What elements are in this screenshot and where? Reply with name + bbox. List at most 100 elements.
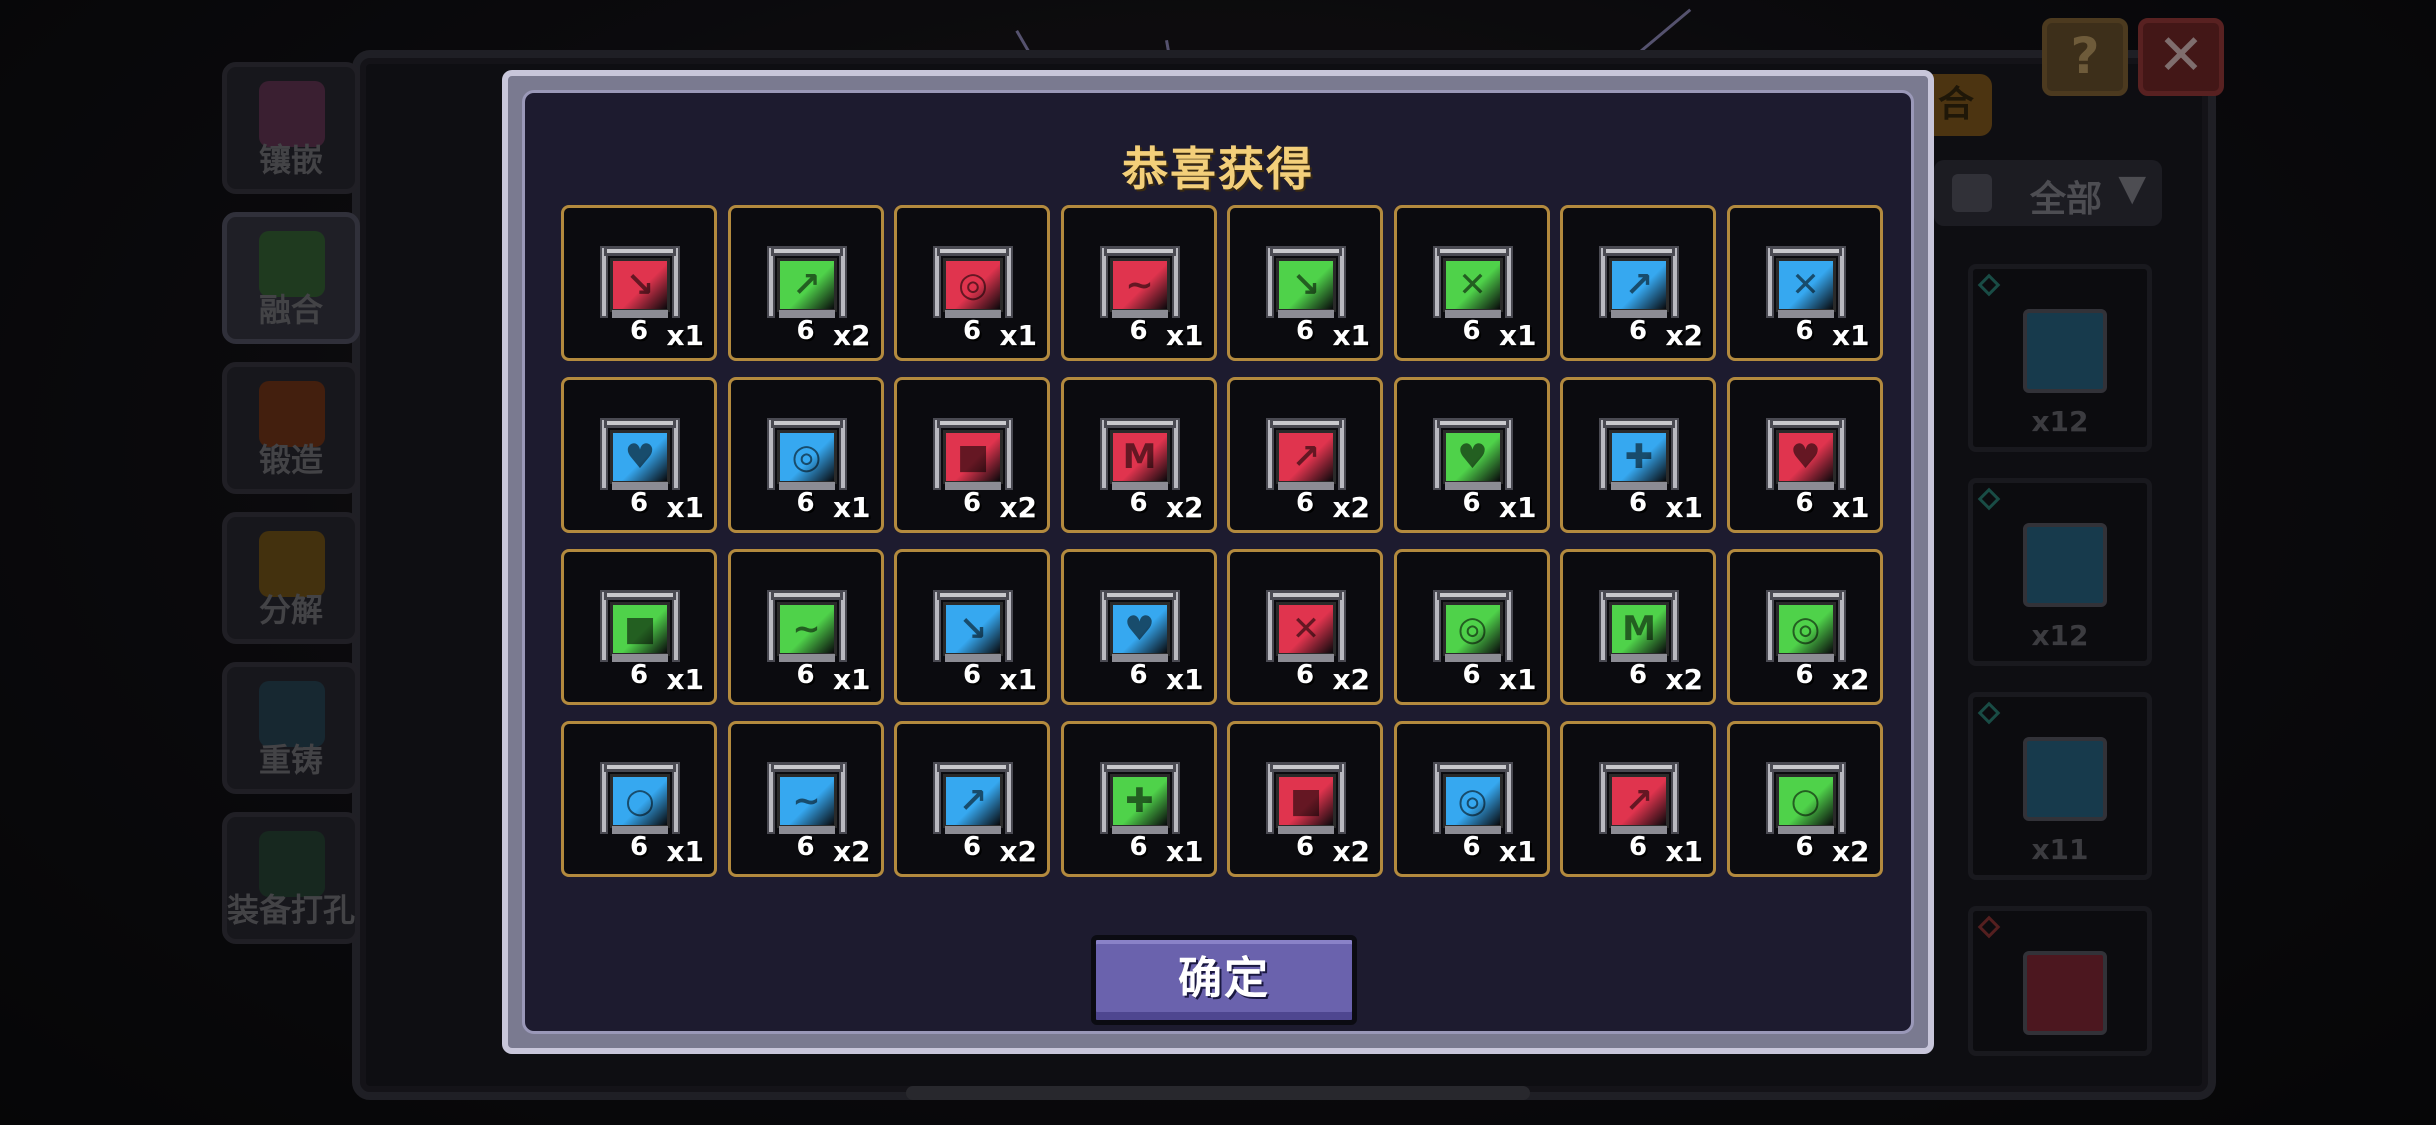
- frame-post: [1837, 762, 1846, 834]
- frame-post: [1005, 590, 1013, 662]
- reward-item[interactable]: ~6 x1: [727, 549, 884, 705]
- reward-item[interactable]: ◎ 6 x1: [1393, 721, 1550, 877]
- item-quantity: x1: [1831, 319, 1870, 352]
- rune-icon: ♥: [1099, 590, 1180, 670]
- rune-icon: ■: [933, 418, 1013, 498]
- frame-post: [1837, 246, 1846, 318]
- confirm-button[interactable]: 确定: [1091, 935, 1357, 1025]
- frame-post: [1765, 590, 1774, 662]
- reward-dialog-body: 恭喜获得 ↘ 6 x1 ↗ 6 x2 ◎ 6 x1 ~6 x1 ↘ 6 x1 ✕ 6 x1 ↗ 6 x2 ✕ 6 x1 ♥ 6 x…: [522, 90, 1914, 1034]
- reward-item[interactable]: ○ 6 x2: [1726, 721, 1883, 877]
- frame-post: [766, 762, 775, 834]
- reward-item[interactable]: ◎ 6 x1: [1393, 549, 1550, 705]
- rune-glyph: M: [1122, 437, 1157, 477]
- reward-item[interactable]: ↘ 6 x1: [561, 205, 717, 361]
- frame-post: [672, 418, 680, 490]
- reward-item[interactable]: ♥ 6 x1: [561, 377, 717, 533]
- frame-top: [1103, 590, 1176, 600]
- frame-top: [770, 246, 843, 256]
- rune-glyph: M: [1622, 609, 1656, 649]
- frame-post: [838, 762, 847, 834]
- item-quantity: x1: [1498, 319, 1537, 352]
- rune-icon: M: [1099, 418, 1180, 498]
- reward-item[interactable]: ♥ 6 x1: [1726, 377, 1883, 533]
- frame-post: [600, 246, 608, 318]
- frame-post: [1171, 418, 1180, 490]
- item-quantity: x1: [1498, 491, 1537, 524]
- reward-item[interactable]: ✕ 6 x2: [1227, 549, 1383, 705]
- rune-glyph: ↘: [958, 609, 988, 649]
- rune-glyph: ◎: [1457, 781, 1488, 821]
- reward-item[interactable]: M 6 x2: [1060, 377, 1217, 533]
- item-quantity: x2: [1332, 663, 1370, 696]
- reward-item[interactable]: ~6 x2: [727, 721, 884, 877]
- frame-top: [1270, 590, 1342, 600]
- rune-icon: ↗: [766, 246, 847, 326]
- item-quantity: x1: [1498, 835, 1537, 868]
- frame-post: [838, 590, 847, 662]
- frame-top: [1769, 246, 1842, 256]
- rune-icon: ✕: [1266, 590, 1346, 670]
- rune-glyph: ↗: [792, 265, 821, 305]
- rune-glyph: ◎: [791, 437, 822, 477]
- rune-icon: ○: [600, 762, 680, 842]
- reward-item[interactable]: ♥ 6 x1: [1393, 377, 1550, 533]
- item-quantity: x1: [666, 835, 704, 868]
- frame-post: [1099, 590, 1108, 662]
- reward-item[interactable]: ✚ 6 x1: [1560, 377, 1716, 533]
- rune-icon: ○: [1765, 762, 1846, 842]
- rune-icon: ↗: [1266, 418, 1346, 498]
- frame-post: [1432, 590, 1441, 662]
- reward-item[interactable]: ✕ 6 x1: [1393, 205, 1550, 361]
- frame-post: [1765, 246, 1774, 318]
- reward-item[interactable]: ✕ 6 x1: [1726, 205, 1883, 361]
- reward-dialog: 恭喜获得 ↘ 6 x1 ↗ 6 x2 ◎ 6 x1 ~6 x1 ↘ 6 x1 ✕ 6 x1 ↗ 6 x2 ✕ 6 x1 ♥ 6 x…: [502, 70, 1934, 1054]
- frame-post: [1671, 418, 1679, 490]
- reward-item[interactable]: ✚ 6 x1: [1060, 721, 1217, 877]
- frame-top: [937, 590, 1009, 600]
- reward-item[interactable]: ↘ 6 x1: [894, 549, 1050, 705]
- reward-item[interactable]: ■ 6 x2: [894, 377, 1050, 533]
- reward-item[interactable]: ○ 6 x1: [561, 721, 717, 877]
- rune-glyph: ○: [1790, 781, 1821, 821]
- reward-item[interactable]: ■ 6 x2: [1227, 721, 1383, 877]
- item-quantity: x2: [832, 319, 871, 352]
- reward-item[interactable]: M 6 x2: [1560, 549, 1716, 705]
- frame-post: [766, 418, 775, 490]
- reward-item[interactable]: ♥ 6 x1: [1060, 549, 1217, 705]
- rune-glyph: ◎: [1790, 609, 1821, 649]
- frame-top: [1436, 418, 1509, 428]
- reward-item[interactable]: ~6 x1: [1060, 205, 1217, 361]
- reward-item[interactable]: ◎ 6 x2: [1726, 549, 1883, 705]
- reward-item[interactable]: ↗ 6 x2: [894, 721, 1050, 877]
- reward-item[interactable]: ◎ 6 x1: [727, 377, 884, 533]
- item-quantity: x2: [999, 835, 1037, 868]
- reward-item[interactable]: ↗ 6 x1: [1560, 721, 1716, 877]
- rune-glyph: ✚: [1624, 437, 1654, 477]
- rune-icon: ■: [600, 590, 680, 670]
- rune-icon: ✚: [1599, 418, 1679, 498]
- rune-icon: ~: [766, 590, 847, 670]
- rune-glyph: ✕: [1458, 265, 1487, 305]
- rune-glyph: ✚: [1125, 781, 1154, 821]
- frame-top: [1603, 762, 1675, 772]
- rune-glyph: ↘: [625, 265, 655, 305]
- rune-icon: ♥: [1765, 418, 1846, 498]
- reward-item[interactable]: ■ 6 x1: [561, 549, 717, 705]
- rune-glyph: ✕: [1291, 609, 1321, 649]
- frame-post: [1338, 246, 1346, 318]
- rune-icon: ~: [766, 762, 847, 842]
- reward-item[interactable]: ↗ 6 x2: [1560, 205, 1716, 361]
- rune-icon: ✕: [1765, 246, 1846, 326]
- reward-item[interactable]: ↗ 6 x2: [1227, 377, 1383, 533]
- item-quantity: x1: [666, 663, 704, 696]
- rune-glyph: ■: [1289, 781, 1323, 821]
- reward-item[interactable]: ↗ 6 x2: [727, 205, 884, 361]
- item-quantity: x2: [1831, 835, 1870, 868]
- rune-icon: ♥: [1432, 418, 1513, 498]
- reward-item[interactable]: ◎ 6 x1: [894, 205, 1050, 361]
- reward-item[interactable]: ↘ 6 x1: [1227, 205, 1383, 361]
- frame-post: [1266, 762, 1274, 834]
- frame-top: [770, 762, 843, 772]
- frame-top: [1270, 762, 1342, 772]
